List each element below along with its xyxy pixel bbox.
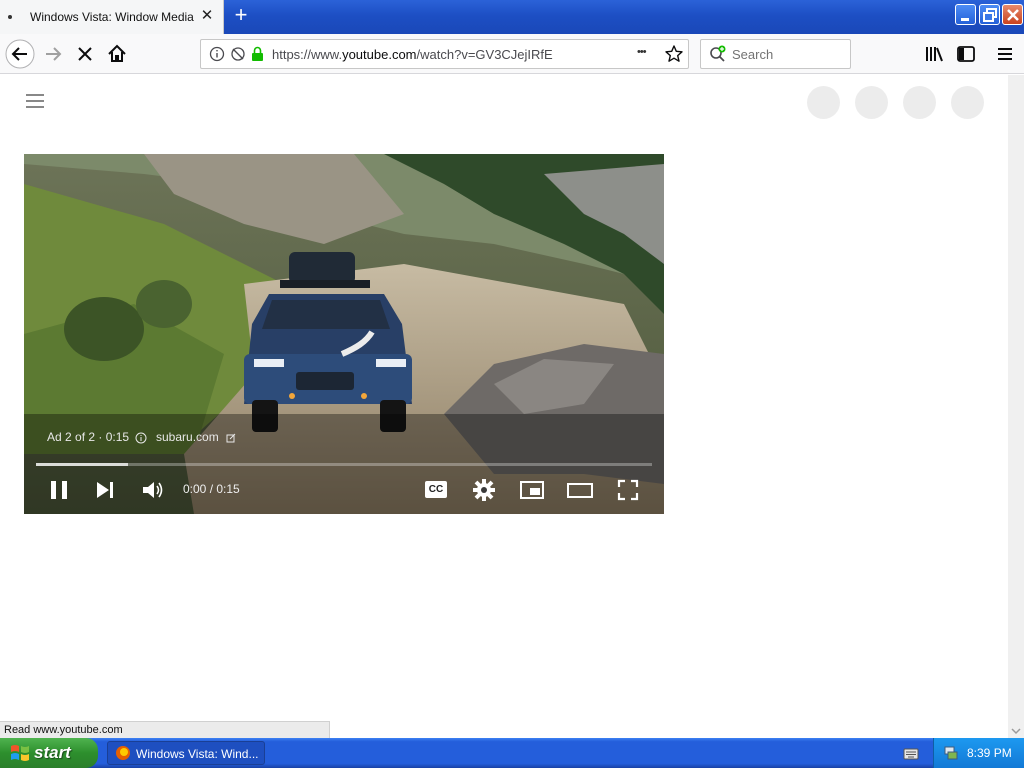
captions-button[interactable]: CC — [422, 476, 450, 504]
header-placeholder-4[interactable] — [951, 86, 984, 119]
address-bar[interactable]: https://www.youtube.com/watch?v=GV3CJejI… — [200, 39, 689, 69]
new-tab-button[interactable]: + — [230, 4, 252, 28]
url-domain: youtube.com — [342, 47, 417, 62]
forward-arrow-icon — [46, 47, 62, 61]
ad-counter-text: Ad 2 of 2 · 0:15 — [47, 430, 130, 444]
bookmark-star-icon[interactable] — [664, 44, 684, 64]
volume-icon[interactable] — [139, 476, 167, 504]
page-content: Ad 2 of 2 · 0:15 subaru.com 0:00 / 0:15 … — [0, 75, 1008, 738]
minimize-icon — [961, 18, 969, 21]
clock[interactable]: 8:39 PM — [967, 746, 1012, 760]
theater-mode-icon[interactable] — [566, 476, 594, 504]
keyboard-icon[interactable] — [903, 747, 919, 761]
ad-info-icon[interactable] — [135, 432, 147, 444]
settings-gear-icon[interactable] — [470, 476, 498, 504]
start-button[interactable]: start — [0, 738, 98, 768]
video-player[interactable]: Ad 2 of 2 · 0:15 subaru.com 0:00 / 0:15 … — [24, 154, 664, 514]
restore-button[interactable] — [979, 4, 1000, 25]
sidebar-icon[interactable] — [954, 42, 978, 66]
url-text[interactable]: https://www.youtube.com/watch?v=GV3CJejI… — [272, 47, 553, 62]
minimize-button[interactable] — [955, 4, 976, 25]
firefox-icon — [116, 746, 130, 760]
advertiser-link[interactable]: subaru.com — [156, 430, 219, 444]
time-display: 0:00 / 0:15 — [183, 482, 240, 496]
progress-bar[interactable] — [36, 463, 652, 466]
library-icon[interactable] — [922, 42, 946, 66]
browser-tab-strip: Windows Vista: Window Media Player ✕ + — [0, 0, 1024, 34]
status-bar: Read www.youtube.com — [0, 721, 330, 738]
search-box[interactable]: Search — [700, 39, 851, 69]
forward-button[interactable] — [37, 38, 69, 70]
navigation-toolbar: https://www.youtube.com/watch?v=GV3CJejI… — [0, 34, 1024, 74]
site-info-icons — [209, 46, 263, 62]
header-placeholder-1[interactable] — [807, 86, 840, 119]
back-button[interactable] — [4, 38, 36, 70]
url-path: /watch?v=GV3CJejIRfE — [416, 47, 553, 62]
header-placeholder-3[interactable] — [903, 86, 936, 119]
next-icon[interactable] — [92, 476, 120, 504]
taskbar-window-button[interactable]: Windows Vista: Wind... — [107, 741, 265, 765]
close-window-button[interactable] — [1002, 4, 1023, 25]
tab-title: Windows Vista: Window Media Player — [30, 10, 196, 24]
progress-bar-fill — [36, 463, 129, 466]
fullscreen-icon[interactable] — [614, 476, 642, 504]
vertical-scrollbar[interactable] — [1008, 75, 1024, 738]
menu-icon[interactable] — [993, 42, 1017, 66]
search-icon — [710, 45, 726, 62]
captions-icon: CC — [425, 481, 447, 498]
lock-icon — [252, 53, 263, 61]
system-tray: 8:39 PM — [933, 738, 1024, 768]
stop-x-icon — [78, 47, 92, 61]
network-icon[interactable] — [942, 744, 960, 762]
tab-loading-icon — [8, 15, 12, 19]
taskbar: start Windows Vista: Wind... 8:39 PM — [0, 738, 1024, 768]
taskbar-window-label: Windows Vista: Wind... — [136, 747, 259, 761]
pause-icon[interactable] — [46, 476, 74, 504]
page-actions-button[interactable]: ••• — [637, 46, 647, 58]
close-icon — [1007, 9, 1019, 21]
miniplayer-icon[interactable] — [518, 476, 546, 504]
home-icon — [108, 44, 126, 62]
url-prefix: https://www. — [272, 47, 343, 62]
header-placeholder-2[interactable] — [855, 86, 888, 119]
stop-button[interactable] — [69, 38, 101, 70]
start-label: start — [34, 743, 71, 762]
back-arrow-icon — [5, 39, 35, 69]
restore-icon — [983, 8, 997, 22]
video-frame — [24, 154, 664, 514]
browser-tab-active[interactable]: Windows Vista: Window Media Player ✕ — [0, 0, 224, 34]
external-link-icon — [226, 433, 236, 443]
search-placeholder: Search — [732, 47, 774, 62]
home-button[interactable] — [101, 38, 133, 70]
scroll-down-icon[interactable] — [1008, 724, 1024, 738]
hamburger-menu-icon[interactable] — [24, 89, 48, 113]
windows-logo-icon — [11, 745, 29, 761]
tab-close-icon[interactable]: ✕ — [198, 7, 216, 25]
